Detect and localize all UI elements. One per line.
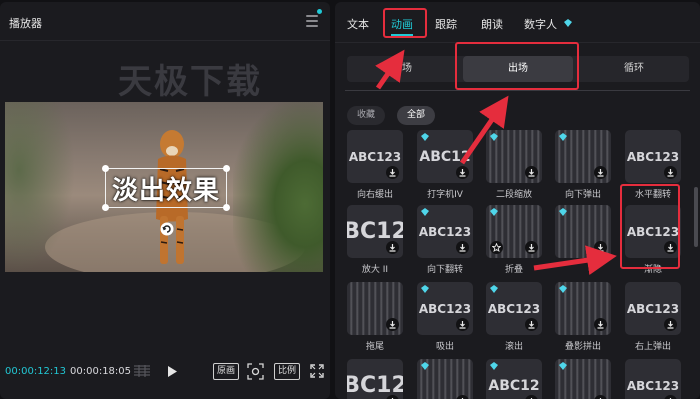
annotation-arrows xyxy=(375,49,617,276)
